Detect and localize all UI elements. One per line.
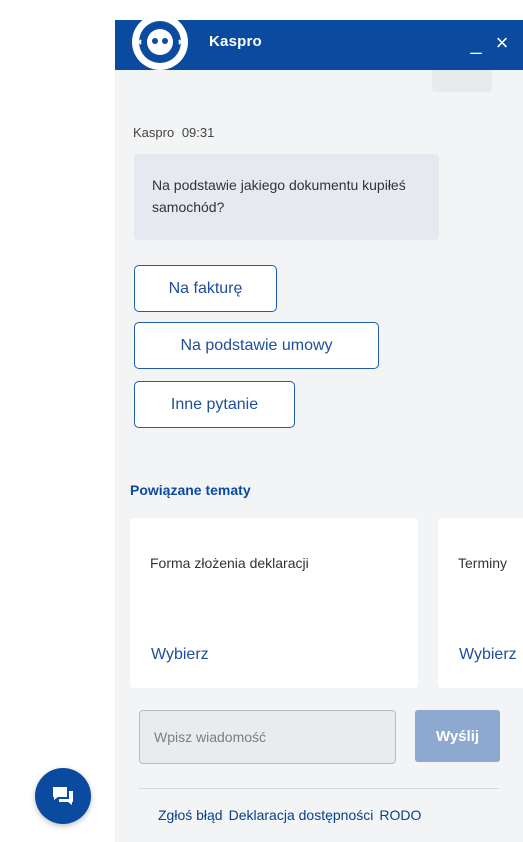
option-button-invoice[interactable]: Na fakturę	[134, 265, 277, 312]
chat-title: Kaspro	[209, 33, 262, 50]
chat-header: Kaspro _ ×	[115, 20, 523, 70]
send-button[interactable]: Wyślij	[415, 710, 500, 762]
footer-link-rodo[interactable]: RODO	[379, 807, 421, 823]
card-select-link[interactable]: Wybierz	[151, 646, 209, 664]
bot-face-icon	[139, 21, 181, 63]
minimize-icon: _	[470, 33, 482, 55]
bot-message-bubble: Na podstawie jakiego dokumentu kupiłeś s…	[134, 154, 439, 240]
close-icon: ×	[495, 30, 509, 55]
related-topic-card[interactable]: Forma złożenia deklaracji Wybierz	[130, 518, 418, 688]
option-button-contract[interactable]: Na podstawie umowy	[134, 322, 379, 369]
related-topics-title: Powiązane tematy	[130, 482, 251, 498]
message-input-wrapper	[139, 710, 396, 764]
message-meta: Kaspro 09:31	[133, 125, 214, 140]
minimize-button[interactable]: _	[465, 30, 487, 56]
option-button-other[interactable]: Inne pytanie	[134, 381, 295, 428]
footer-link-report-bug[interactable]: Zgłoś błąd	[158, 807, 223, 823]
related-topic-card[interactable]: Terminy Wybierz	[438, 518, 523, 688]
card-title: Terminy	[458, 555, 508, 571]
card-select-link[interactable]: Wybierz	[459, 646, 517, 664]
card-title: Forma złożenia deklaracji	[150, 555, 309, 571]
message-time: 09:31	[181, 125, 215, 140]
footer-links: Zgłoś błąd Deklaracja dostępności RODO	[158, 807, 427, 823]
chat-launcher-button[interactable]	[35, 768, 91, 824]
bot-avatar	[132, 20, 188, 70]
message-input[interactable]	[140, 711, 395, 763]
chat-bubbles-icon	[53, 787, 73, 805]
chat-widget: Kaspro _ × Kaspro 09:31 Na podstawie jak…	[115, 20, 523, 842]
scroll-indicator	[432, 70, 492, 92]
footer-divider	[139, 788, 499, 789]
footer-link-accessibility[interactable]: Deklaracja dostępności	[229, 807, 374, 823]
close-button[interactable]: ×	[491, 30, 513, 56]
message-sender: Kaspro	[133, 125, 175, 140]
